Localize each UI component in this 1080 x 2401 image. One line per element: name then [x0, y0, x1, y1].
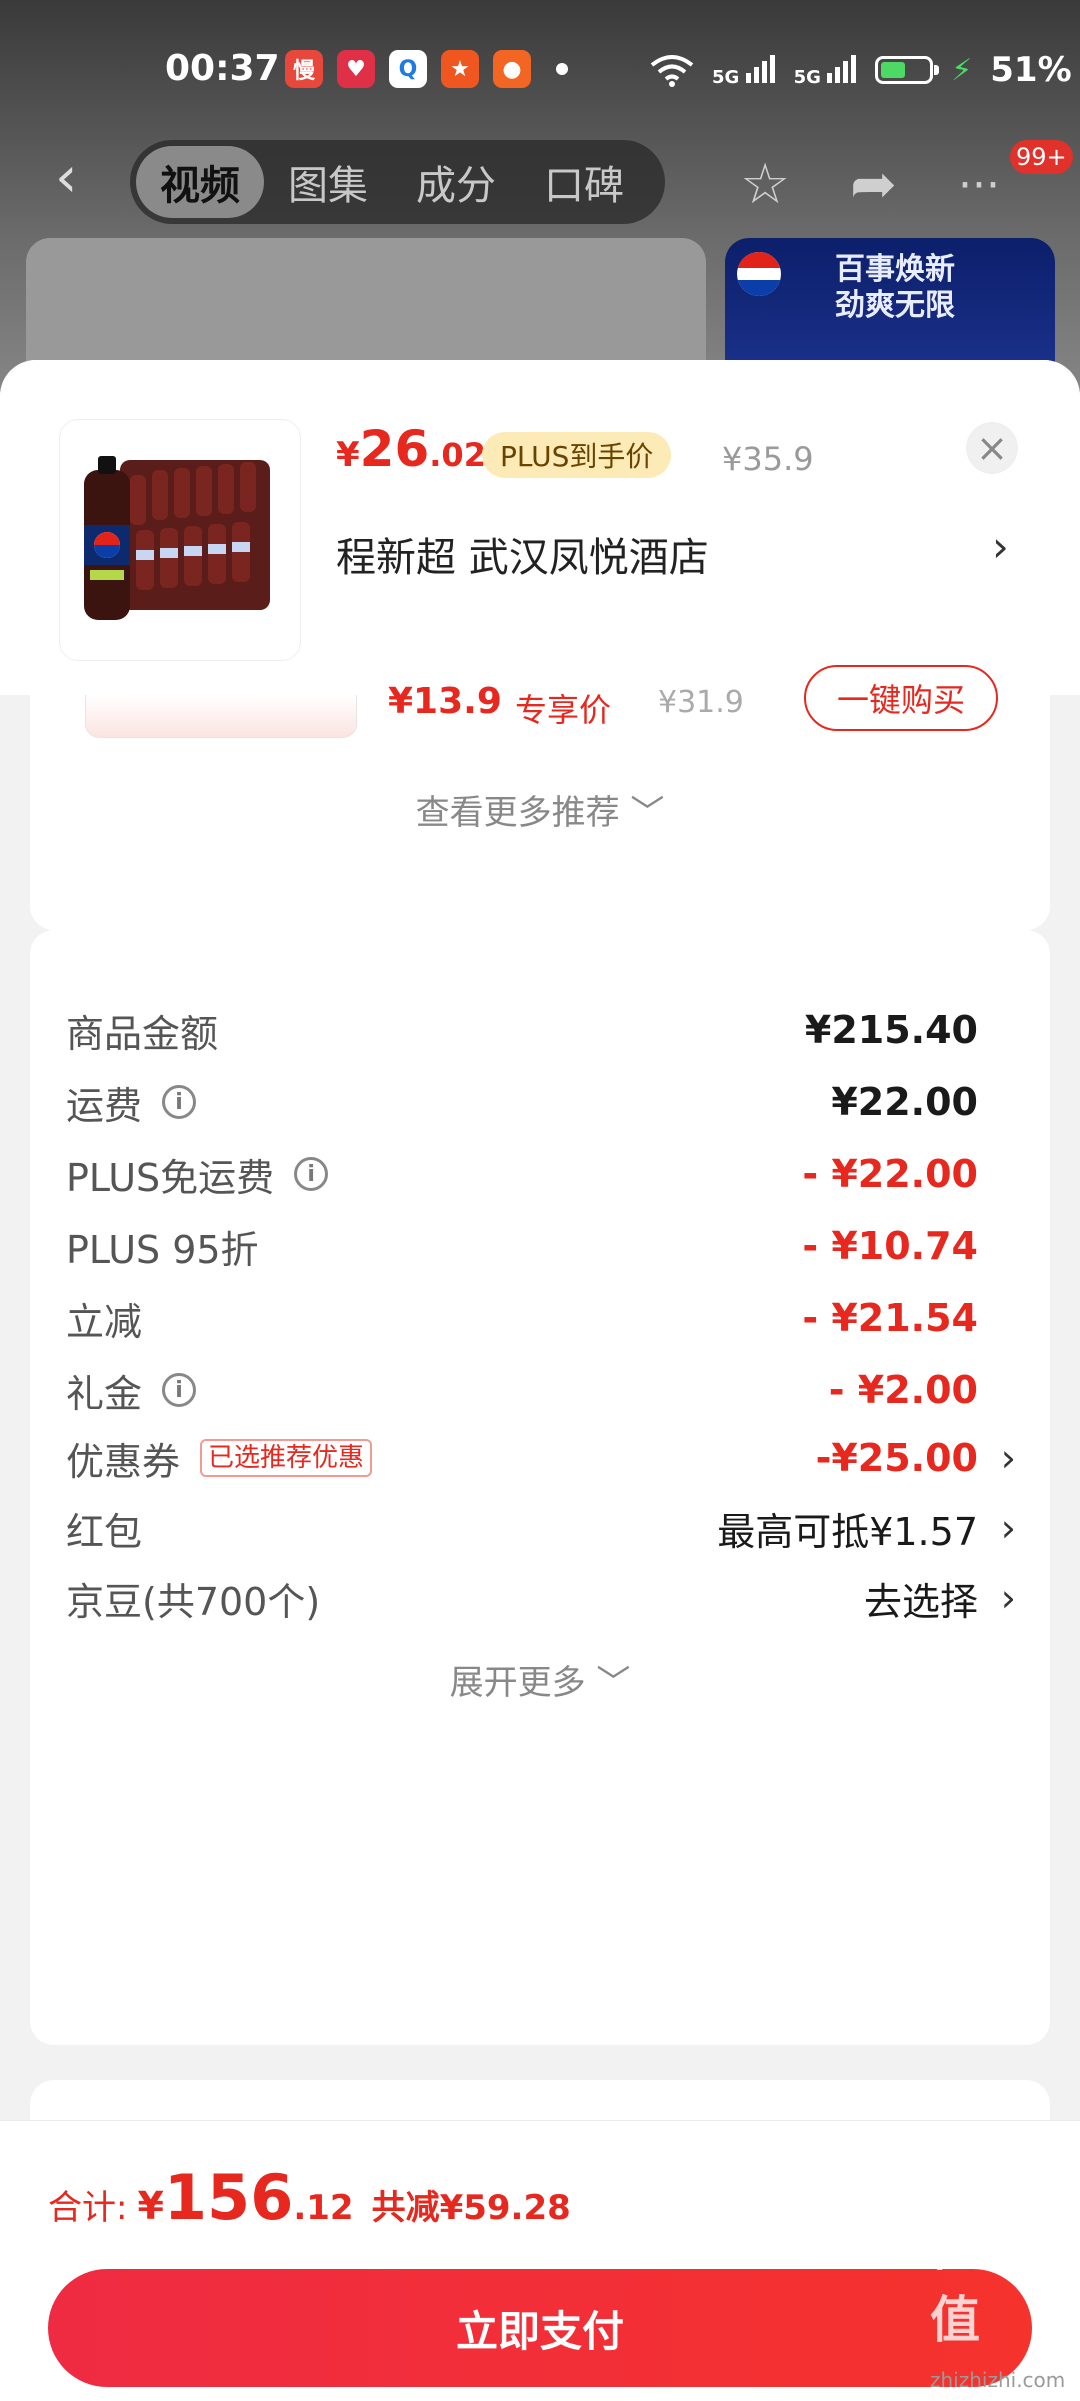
media-tabs: 视频 图集 成分 口碑: [130, 140, 665, 224]
chevron-down-icon: ﹀: [596, 1663, 631, 1703]
chevron-right-icon[interactable]: ›: [992, 522, 1009, 571]
row-value: - ¥2.00: [828, 1368, 978, 1412]
network-label: 5G: [712, 67, 740, 88]
recommended-original-price: ¥31.9: [658, 685, 744, 720]
price-summary-card: 商品金额 ¥215.40 运费 i ¥22.00 PLUS免运费 i - ¥22.0…: [30, 930, 1050, 2045]
summary-row-goods: 商品金额 ¥215.40: [66, 995, 1014, 1065]
total-savings: 共减¥59.28: [371, 2188, 571, 2228]
charging-bolt-icon: ⚡: [951, 52, 973, 88]
recommendation-card: ¥13.9 专享价 ¥31.9 一键购买 查看更多推荐 ﹀: [30, 665, 1050, 930]
tab-gallery[interactable]: 图集: [264, 146, 392, 218]
row-value: ¥215.40: [804, 1008, 978, 1052]
see-more-recommendations[interactable]: 查看更多推荐 ﹀: [30, 785, 1050, 834]
tab-reviews[interactable]: 口碑: [520, 146, 648, 218]
game-app-icon: ★: [441, 50, 479, 88]
slow-app-icon: 慢: [285, 50, 323, 88]
total-integer: 156: [163, 2161, 294, 2234]
heart-app-icon: ♥: [337, 50, 375, 88]
price-decimal: .02: [429, 436, 486, 474]
row-value: - ¥10.74: [802, 1224, 978, 1268]
row-label: 红包: [66, 1509, 143, 1554]
chevron-down-icon: ﹀: [630, 793, 665, 833]
signal-1-icon: 5G: [712, 53, 776, 87]
chevron-right-icon[interactable]: ›: [1001, 1576, 1016, 1620]
summary-row-shipping: 运费 i ¥22.00: [66, 1067, 1014, 1137]
total-currency: ¥: [137, 2184, 164, 2228]
payment-bar: 合计: ¥ 156 .12 共减¥59.28 立即支付: [0, 2120, 1080, 2401]
mascot-app-icon: ●: [493, 50, 531, 88]
row-label: 优惠券: [66, 1439, 181, 1484]
info-icon[interactable]: i: [162, 1085, 197, 1119]
coupon-selected-badge: 已选推荐优惠: [200, 1439, 373, 1477]
pepsi-logo-icon: [737, 252, 781, 296]
pay-now-button[interactable]: 立即支付: [48, 2269, 1032, 2387]
price-integer: 26: [359, 420, 430, 478]
summary-row-coupon[interactable]: 优惠券 已选推荐优惠 -¥25.00 ›: [66, 1423, 1016, 1493]
price-currency: ¥: [336, 435, 360, 475]
recommended-price: ¥13.9: [388, 681, 502, 722]
row-value: 最高可抵¥1.57: [717, 1509, 978, 1554]
summary-row-jd-beans[interactable]: 京豆(共700个) 去选择 ›: [66, 1563, 1016, 1633]
product-price: ¥26.02: [336, 420, 486, 478]
summary-row-gift-money: 礼金 i - ¥2.00: [66, 1355, 1014, 1425]
summary-row-plus-free-shipping: PLUS免运费 i - ¥22.00: [66, 1139, 1014, 1209]
row-label: 商品金额: [66, 1011, 219, 1056]
delivery-address[interactable]: 程新超 武汉凤悦酒店: [336, 525, 709, 583]
summary-row-plus-discount: PLUS 95折 - ¥10.74: [66, 1211, 1014, 1281]
product-image: [60, 420, 300, 660]
see-more-label: 查看更多推荐: [415, 793, 620, 833]
row-label: 京豆(共700个): [66, 1579, 321, 1624]
checkout-sheet: ¥26.02 PLUS到手价 ¥35.9 × 程新超 武汉凤悦酒店 › ¥13.…: [0, 360, 1080, 2400]
info-icon[interactable]: i: [294, 1157, 329, 1191]
tab-video[interactable]: 视频: [136, 146, 264, 218]
chevron-right-icon[interactable]: ›: [1001, 1506, 1016, 1550]
back-chevron-icon[interactable]: ‹: [55, 150, 115, 210]
expand-more[interactable]: 展开更多 ﹀: [30, 1655, 1050, 1704]
close-icon[interactable]: ×: [966, 422, 1018, 474]
row-label: 立减: [66, 1299, 143, 1344]
notification-dot-icon: [556, 63, 568, 75]
row-label: 运费: [66, 1083, 143, 1128]
watermark-url: zhizhizhi.com: [930, 2368, 1066, 2392]
one-click-buy-button[interactable]: 一键购买: [804, 665, 998, 731]
favorite-star-icon[interactable]: ☆: [740, 152, 790, 217]
status-time: 00:37: [165, 48, 280, 89]
total-label: 合计:: [48, 2188, 128, 2228]
info-icon[interactable]: i: [162, 1373, 197, 1407]
share-icon[interactable]: ➦: [850, 152, 897, 217]
tab-ingredients[interactable]: 成分: [392, 146, 520, 218]
recommended-price-tag: 专享价: [515, 691, 612, 729]
sheet-header: ¥26.02 PLUS到手价 ¥35.9 × 程新超 武汉凤悦酒店 ›: [0, 360, 1080, 695]
recommended-product-image: [85, 695, 357, 738]
summary-row-instant-discount: 立减 - ¥21.54: [66, 1283, 1014, 1353]
pepsi-bottles-image: [84, 456, 270, 620]
row-label: 礼金: [66, 1371, 143, 1416]
chevron-right-icon[interactable]: ›: [1001, 1436, 1016, 1480]
row-value: 去选择: [863, 1579, 978, 1624]
summary-row-red-packet[interactable]: 红包 最高可抵¥1.57 ›: [66, 1493, 1016, 1563]
row-label: PLUS 95折: [66, 1227, 259, 1272]
battery-percent: 51%: [990, 50, 1072, 90]
network-label: 5G: [793, 67, 821, 88]
expand-more-label: 展开更多: [449, 1663, 586, 1703]
more-icon[interactable]: ···: [958, 160, 1000, 211]
message-badge: 99+: [1010, 140, 1073, 174]
total-decimal: .12: [293, 2188, 354, 2228]
wifi-icon: [650, 55, 694, 87]
product-navbar: ‹ 视频 图集 成分 口碑 ☆ ➦ ··· 99+: [0, 140, 1080, 230]
row-label: PLUS免运费: [66, 1155, 275, 1200]
row-value: -¥25.00: [815, 1436, 978, 1480]
order-total: 合计: ¥ 156 .12 共减¥59.28: [48, 2161, 571, 2234]
original-price: ¥35.9: [722, 440, 814, 478]
status-bar: 00:37 慢 ♥ Q ★ ● 5G 5G ⚡ 51%: [0, 0, 1080, 140]
search-app-icon: Q: [389, 50, 427, 88]
battery-icon: [875, 56, 940, 84]
row-value: ¥22.00: [831, 1080, 978, 1124]
row-value: - ¥22.00: [802, 1152, 978, 1196]
signal-2-icon: 5G: [794, 53, 858, 87]
banner-text: 百事焕新 劲爽无限: [835, 252, 955, 323]
row-value: - ¥21.54: [802, 1296, 978, 1340]
watermark: 值值值: [930, 2219, 1034, 2349]
plus-price-tag: PLUS到手价: [482, 432, 672, 478]
